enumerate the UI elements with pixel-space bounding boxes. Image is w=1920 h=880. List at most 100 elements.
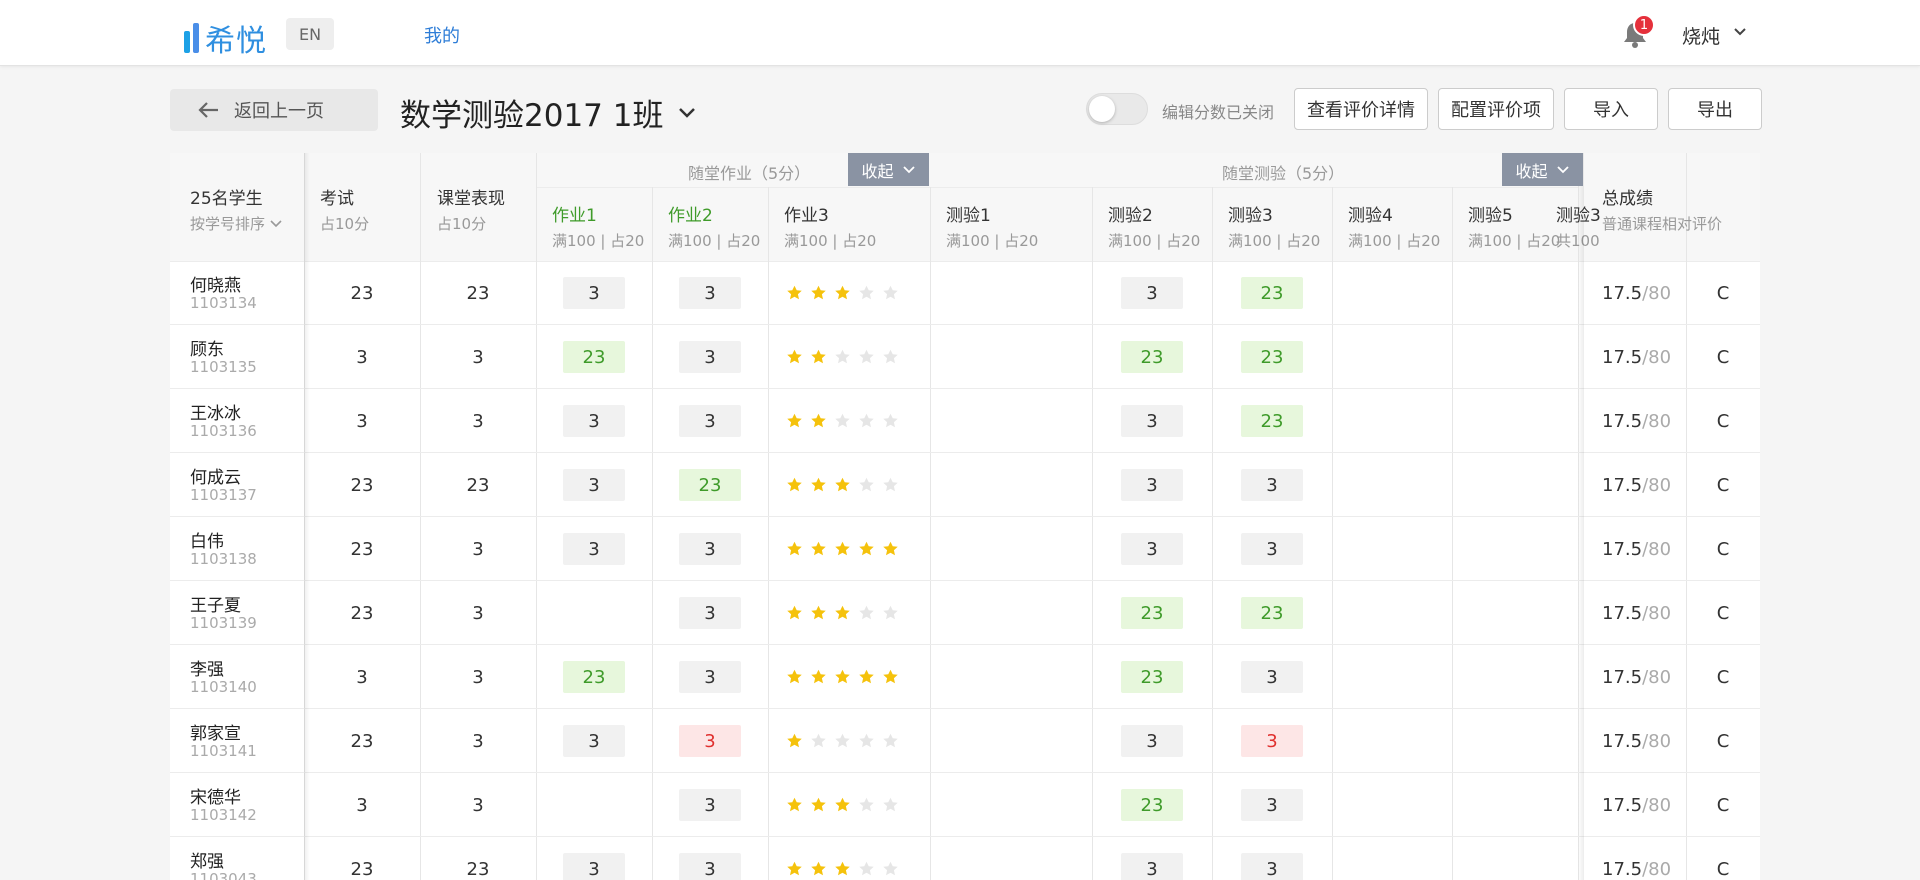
score-chip[interactable]: 23 <box>1121 341 1183 373</box>
score-chip[interactable]: 23 <box>1241 597 1303 629</box>
score-chip[interactable]: 23 <box>1241 341 1303 373</box>
score-chip[interactable]: 3 <box>679 661 741 693</box>
student-name[interactable]: 顾东 <box>190 335 224 360</box>
exam-score[interactable]: 23 <box>312 581 412 645</box>
exam-score[interactable]: 3 <box>312 389 412 453</box>
score-chip[interactable]: 3 <box>1241 725 1303 757</box>
score-chip[interactable]: 3 <box>679 853 741 880</box>
score-chip[interactable]: 3 <box>563 277 625 309</box>
score-chip[interactable]: 3 <box>1241 789 1303 821</box>
exam-column-header[interactable]: 考试 占10分 <box>320 184 369 234</box>
student-name[interactable]: 宋德华 <box>190 783 241 808</box>
nav-link-mine[interactable]: 我的 <box>424 22 460 48</box>
user-name[interactable]: 烧炖 <box>1682 22 1720 49</box>
sub-column-header[interactable]: 测验1 满100 | 占20 <box>946 201 1038 251</box>
class-performance-score[interactable]: 23 <box>428 453 528 517</box>
score-chip[interactable]: 3 <box>1241 533 1303 565</box>
exam-score[interactable]: 3 <box>312 773 412 837</box>
score-chip[interactable]: 3 <box>563 853 625 880</box>
star-rating[interactable] <box>786 668 899 685</box>
chevron-down-icon[interactable] <box>1733 26 1747 38</box>
class-performance-score[interactable]: 3 <box>428 645 528 709</box>
exam-score[interactable]: 3 <box>312 645 412 709</box>
class-performance-score[interactable]: 3 <box>428 709 528 773</box>
class-performance-score[interactable]: 3 <box>428 581 528 645</box>
star-rating[interactable] <box>786 796 899 813</box>
sort-by-id-dropdown[interactable]: 按学号排序 <box>190 213 283 234</box>
score-chip[interactable]: 3 <box>1121 533 1183 565</box>
score-chip[interactable]: 3 <box>1241 469 1303 501</box>
score-chip[interactable]: 3 <box>563 469 625 501</box>
total-score-column-header[interactable]: 总成绩 普通课程相对评价 <box>1602 184 1722 234</box>
score-chip[interactable]: 3 <box>563 725 625 757</box>
student-name[interactable]: 王子夏 <box>190 591 241 616</box>
score-chip[interactable]: 23 <box>1121 661 1183 693</box>
class-performance-column-header[interactable]: 课堂表现 占10分 <box>437 184 505 234</box>
configure-evaluation-items-button[interactable]: 配置评价项 <box>1438 88 1554 130</box>
score-chip[interactable]: 23 <box>563 661 625 693</box>
score-chip[interactable]: 3 <box>679 405 741 437</box>
star-rating[interactable] <box>786 732 899 749</box>
language-switch-button[interactable]: EN <box>286 18 334 50</box>
star-rating[interactable] <box>786 284 899 301</box>
exam-score[interactable]: 23 <box>312 837 412 880</box>
score-chip[interactable]: 3 <box>679 341 741 373</box>
sub-column-header[interactable]: 测验2 满100 | 占20 <box>1108 201 1200 251</box>
score-chip[interactable]: 23 <box>1241 277 1303 309</box>
score-chip[interactable]: 23 <box>1121 597 1183 629</box>
exam-score[interactable]: 23 <box>312 709 412 773</box>
sub-column-header[interactable]: 测验5 满100 | 占20 <box>1468 201 1560 251</box>
student-name[interactable]: 李强 <box>190 655 224 680</box>
score-chip[interactable]: 3 <box>679 597 741 629</box>
score-chip[interactable]: 3 <box>1121 725 1183 757</box>
score-chip[interactable]: 23 <box>679 469 741 501</box>
score-chip[interactable]: 3 <box>679 725 741 757</box>
class-performance-score[interactable]: 3 <box>428 773 528 837</box>
score-chip[interactable]: 3 <box>563 405 625 437</box>
star-rating[interactable] <box>786 476 899 493</box>
score-chip[interactable]: 3 <box>1241 853 1303 880</box>
sub-column-header[interactable]: 测验3 满100 | 占20 <box>1228 201 1320 251</box>
student-name[interactable]: 王冰冰 <box>190 399 241 424</box>
star-rating[interactable] <box>786 604 899 621</box>
star-rating[interactable] <box>786 348 899 365</box>
logo[interactable]: 希悦 <box>184 16 267 60</box>
score-chip[interactable]: 3 <box>1121 405 1183 437</box>
page-title[interactable]: 数学测验2017 1班 <box>400 90 697 135</box>
score-chip[interactable]: 3 <box>1121 469 1183 501</box>
class-performance-score[interactable]: 3 <box>428 517 528 581</box>
back-button[interactable]: 返回上一页 <box>170 89 378 131</box>
score-chip[interactable]: 23 <box>1241 405 1303 437</box>
edit-score-toggle[interactable] <box>1086 93 1148 125</box>
score-chip[interactable]: 23 <box>563 341 625 373</box>
star-rating[interactable] <box>786 540 899 557</box>
score-chip[interactable]: 3 <box>1121 277 1183 309</box>
student-name[interactable]: 何成云 <box>190 463 241 488</box>
sub-column-header[interactable]: 作业1 满100 | 占20 <box>552 201 644 251</box>
student-name[interactable]: 何晓燕 <box>190 271 241 296</box>
class-performance-score[interactable]: 23 <box>428 261 528 325</box>
student-name[interactable]: 白伟 <box>190 527 224 552</box>
export-button[interactable]: 导出 <box>1668 88 1762 130</box>
import-button[interactable]: 导入 <box>1564 88 1658 130</box>
exam-score[interactable]: 3 <box>312 325 412 389</box>
class-performance-score[interactable]: 3 <box>428 389 528 453</box>
student-name[interactable]: 郭家宣 <box>190 719 241 744</box>
exam-score[interactable]: 23 <box>312 453 412 517</box>
score-chip[interactable]: 3 <box>1121 853 1183 880</box>
score-chip[interactable]: 3 <box>563 533 625 565</box>
star-rating[interactable] <box>786 860 899 877</box>
collapse-homework-button[interactable]: 收起 <box>848 153 929 186</box>
exam-score[interactable]: 23 <box>312 517 412 581</box>
sub-column-header[interactable]: 作业3 满100 | 占20 <box>784 201 876 251</box>
class-performance-score[interactable]: 3 <box>428 325 528 389</box>
student-name[interactable]: 郑强 <box>190 847 224 872</box>
score-chip[interactable]: 23 <box>1121 789 1183 821</box>
collapse-quiz-button[interactable]: 收起 <box>1502 153 1583 186</box>
sub-column-header[interactable]: 测验4 满100 | 占20 <box>1348 201 1440 251</box>
sub-column-header[interactable]: 作业2 满100 | 占20 <box>668 201 760 251</box>
star-rating[interactable] <box>786 412 899 429</box>
score-chip[interactable]: 3 <box>679 789 741 821</box>
view-evaluation-details-button[interactable]: 查看评价详情 <box>1294 88 1428 130</box>
exam-score[interactable]: 23 <box>312 261 412 325</box>
